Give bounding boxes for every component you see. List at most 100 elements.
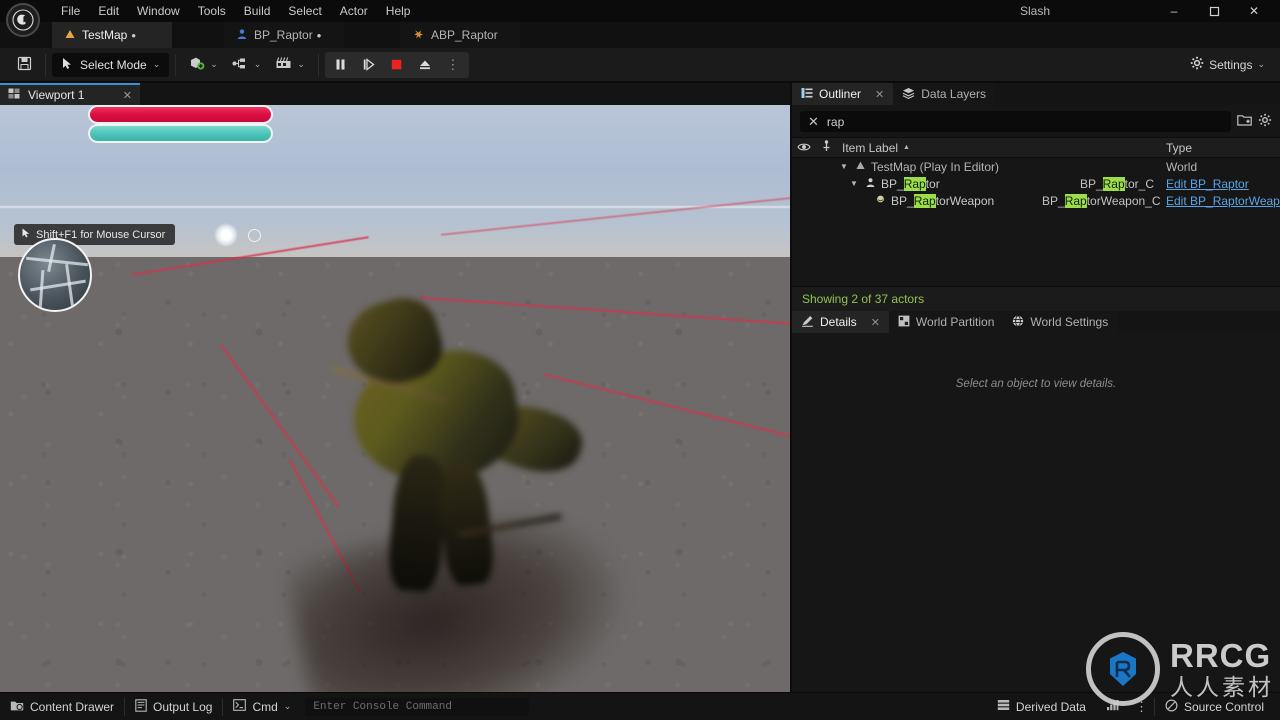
outliner-search-row: ✕ rap <box>792 105 1280 137</box>
main-menu: File Edit Window Tools Build Select Acto… <box>52 0 419 22</box>
tab-bp-raptor[interactable]: BP_Raptor • <box>224 22 344 48</box>
chevron-down-icon: ⌄ <box>210 59 218 69</box>
column-item-label[interactable]: Item Label ▲ <box>836 141 1160 155</box>
table-row[interactable]: BP_RaptorWeapon BP_RaptorWeapon_C Edit B… <box>792 192 1280 209</box>
close-icon[interactable]: ✕ <box>875 88 884 101</box>
world-partition-icon <box>898 315 910 330</box>
table-row[interactable]: ▼ TestMap (Play In Editor) World <box>792 158 1280 175</box>
tab-world-settings-label: World Settings <box>1030 315 1109 329</box>
visibility-icon[interactable] <box>792 141 816 155</box>
output-log-button[interactable]: Output Log <box>125 694 222 720</box>
quick-add-actor-button[interactable]: ⌄ <box>182 53 225 77</box>
tab-world-settings[interactable]: World Settings <box>1003 311 1118 333</box>
tab-details-label: Details <box>820 315 857 329</box>
console-icon <box>233 699 247 714</box>
new-folder-icon[interactable] <box>1237 113 1252 130</box>
menu-window[interactable]: Window <box>128 0 189 22</box>
lens-flare-ring-icon <box>248 229 261 242</box>
actor-pawn-icon <box>865 177 876 191</box>
pin-icon[interactable] <box>816 140 836 155</box>
tab-world-partition[interactable]: World Partition <box>888 311 1004 333</box>
outliner-row-label-text: BP_RaptorWeapon <box>891 193 995 208</box>
menu-tools[interactable]: Tools <box>189 0 235 22</box>
add-actor-icon <box>189 56 205 74</box>
menu-edit[interactable]: Edit <box>89 0 128 22</box>
minimize-button[interactable]: – <box>1154 0 1194 22</box>
chevron-down-icon: ⌄ <box>1257 59 1265 69</box>
tab-testmap[interactable]: TestMap • <box>52 22 172 48</box>
cmd-dropdown[interactable]: Cmd ⌄ <box>223 694 301 720</box>
game-viewport[interactable]: Shift+F1 for Mouse Cursor <box>0 105 790 692</box>
table-row[interactable]: ▼ BP_Raptor BP_Raptor_C Edit BP_Raptor <box>792 175 1280 192</box>
outliner-row-type[interactable]: Edit BP_RaptorWeapon <box>1160 194 1280 208</box>
tab-viewport-1[interactable]: Viewport 1 ✕ <box>0 83 140 105</box>
health-bar <box>88 105 273 124</box>
blueprints-button[interactable]: ⌄ <box>225 53 269 77</box>
play-options-button[interactable]: ⋮ <box>440 53 466 77</box>
output-log-label: Output Log <box>153 699 213 714</box>
menu-help[interactable]: Help <box>377 0 420 22</box>
watermark-text: RRCG 人人素材 <box>1170 639 1274 699</box>
toolbar-divider-1 <box>45 53 46 76</box>
outliner-status: Showing 2 of 37 actors <box>792 286 1280 311</box>
outliner-row-label: ▼ TestMap (Play In Editor) <box>840 160 1042 174</box>
pause-button[interactable] <box>328 53 354 77</box>
maximize-button[interactable] <box>1194 0 1234 22</box>
blueprints-icon <box>232 57 249 73</box>
world-icon <box>855 160 866 174</box>
settings-button[interactable]: Settings ⌄ <box>1183 53 1272 77</box>
edit-blueprint-link[interactable]: Edit BP_RaptorWeapon <box>1166 194 1280 208</box>
tab-data-layers[interactable]: Data Layers <box>893 83 995 105</box>
derived-data-label: Derived Data <box>1015 699 1086 714</box>
twisty-icon[interactable]: ▼ <box>840 162 850 171</box>
outliner-row-label-text: TestMap (Play In Editor) <box>871 159 1000 174</box>
cinematics-button[interactable]: ⌄ <box>268 53 312 77</box>
derived-data-button[interactable]: Derived Data <box>987 694 1096 720</box>
frame-advance-button[interactable] <box>356 53 382 77</box>
outliner-row-label: BP_RaptorWeapon <box>860 193 1042 208</box>
menu-file[interactable]: File <box>52 0 89 22</box>
watermark-badge-icon <box>1086 632 1160 706</box>
eject-button[interactable] <box>412 53 438 77</box>
chevron-down-icon: ⌄ <box>297 59 305 69</box>
unreal-engine-logo-icon[interactable] <box>6 3 40 37</box>
title-bar: File Edit Window Tools Build Select Acto… <box>0 0 1280 22</box>
outliner-settings-icon[interactable] <box>1258 113 1272 130</box>
console-command-input[interactable]: Enter Console Command <box>305 697 530 716</box>
close-button[interactable]: ✕ <box>1234 0 1274 22</box>
unreal-editor-window: File Edit Window Tools Build Select Acto… <box>0 0 1280 720</box>
save-button[interactable] <box>10 53 39 77</box>
twisty-icon[interactable]: ▼ <box>850 179 860 188</box>
menu-select[interactable]: Select <box>279 0 330 22</box>
menu-actor[interactable]: Actor <box>331 0 377 22</box>
close-icon[interactable]: ✕ <box>123 89 132 102</box>
search-input[interactable]: ✕ rap <box>800 111 1231 132</box>
watermark: RRCG 人人素材 <box>1086 632 1274 706</box>
select-mode-label: Select Mode <box>80 57 147 72</box>
play-controls-group: ⋮ <box>324 51 469 78</box>
outliner-row-type[interactable]: Edit BP_Raptor <box>1160 177 1280 191</box>
menu-build[interactable]: Build <box>235 0 280 22</box>
main-toolbar: Select Mode ⌄ ⌄ ⌄ ⌄ ⋮ Settings ⌄ <box>0 48 1280 82</box>
outliner-row-class: BP_RaptorWeapon_C <box>1042 193 1161 208</box>
tab-abp-raptor[interactable]: ABP_Raptor <box>400 22 520 48</box>
actor-weapon-icon <box>875 194 886 208</box>
column-item-label-text: Item Label <box>842 140 899 155</box>
close-icon[interactable]: ✕ <box>871 316 880 329</box>
column-type[interactable]: Type <box>1160 141 1280 155</box>
select-mode-dropdown[interactable]: Select Mode ⌄ <box>52 52 170 77</box>
player-portrait-icon <box>18 238 92 312</box>
gear-icon <box>1190 56 1204 73</box>
tab-bp-raptor-label: BP_Raptor <box>254 28 313 42</box>
asset-tab-strip: TestMap • BP_Raptor • ABP_Raptor <box>0 22 1280 48</box>
content-drawer-button[interactable]: Content Drawer <box>0 694 124 720</box>
viewport-tab-strip: Viewport 1 ✕ <box>0 83 790 105</box>
stop-button[interactable] <box>384 53 410 77</box>
details-tab-strip: Details ✕ World Partition World Settings <box>792 311 1280 333</box>
edit-blueprint-link[interactable]: Edit BP_Raptor <box>1166 177 1249 191</box>
tab-details[interactable]: Details ✕ <box>792 311 889 333</box>
watermark-line2: 人人素材 <box>1170 674 1274 700</box>
clear-search-icon[interactable]: ✕ <box>808 114 819 130</box>
tab-outliner[interactable]: Outliner ✕ <box>792 83 894 105</box>
chevron-down-icon: ⌄ <box>152 59 161 69</box>
